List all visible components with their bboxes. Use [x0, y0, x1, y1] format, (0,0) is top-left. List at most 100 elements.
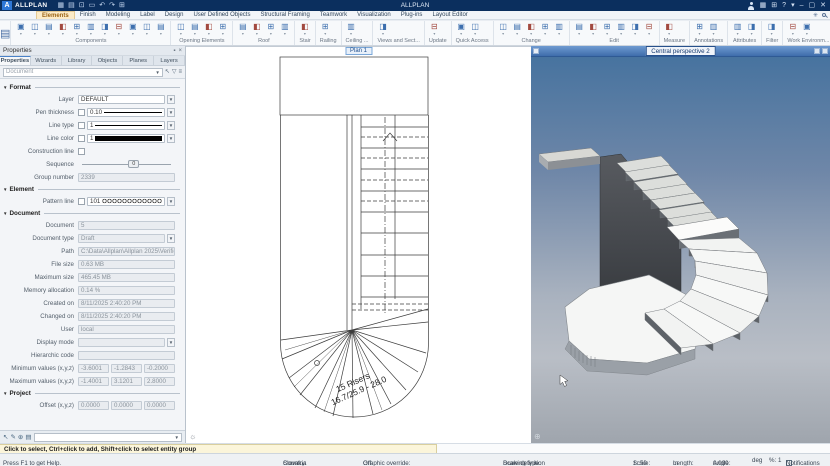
- tool-icon[interactable]: ▥ ▾: [278, 22, 291, 36]
- tool-icon[interactable]: ◫ ▾: [174, 22, 187, 36]
- tool-icon[interactable]: ⊞ ▾: [70, 22, 83, 36]
- select-arrow-icon[interactable]: ↖: [165, 68, 170, 76]
- pen-caret-icon[interactable]: ▼: [167, 107, 175, 117]
- tool-icon[interactable]: ▤ ▾: [42, 22, 55, 36]
- apps-grid-icon[interactable]: ▦: [760, 2, 767, 10]
- restore-icon[interactable]: ▢: [809, 2, 816, 10]
- tool-icon[interactable]: ▥ ▾: [84, 22, 97, 36]
- ribbon-tab-user-defined-objects[interactable]: User Defined Objects: [188, 11, 255, 19]
- status-percent[interactable]: %: 1: [769, 457, 781, 464]
- tool-icon[interactable]: ◨ ▾: [98, 22, 111, 36]
- tool-icon[interactable]: ◫ ▾: [469, 22, 482, 36]
- viewport-close-icon[interactable]: [822, 48, 828, 54]
- tool-icon[interactable]: ⊞ ▾: [601, 22, 614, 36]
- gear-icon[interactable]: ✳: [813, 12, 818, 19]
- tool-icon[interactable]: ▤ ▾: [511, 22, 524, 36]
- tool-icon[interactable]: ◧ ▾: [202, 22, 215, 36]
- pen-select[interactable]: 0.10: [87, 107, 165, 117]
- help-caret-icon[interactable]: ▾: [791, 2, 795, 10]
- tool-icon[interactable]: ⊟ ▾: [428, 22, 441, 36]
- collapse-icon[interactable]: ▼: [3, 211, 7, 216]
- caret-icon[interactable]: ▼: [167, 337, 175, 347]
- caret-icon[interactable]: ▼: [167, 233, 175, 243]
- user-account-icon[interactable]: [748, 1, 755, 10]
- linetype-select[interactable]: 1: [87, 120, 165, 130]
- print-icon[interactable]: ⊞: [119, 2, 125, 9]
- viewport-restore-icon[interactable]: [814, 48, 820, 54]
- tool-icon[interactable]: ⊟ ▾: [112, 22, 125, 36]
- plan-viewport[interactable]: Plan 1 15 Risers 16.7/25.9 - 28.0 ☼: [186, 46, 531, 443]
- linecolor-select[interactable]: 1: [87, 133, 165, 143]
- collapse-icon[interactable]: ▼: [3, 85, 7, 90]
- linetype-caret-icon[interactable]: ▼: [167, 120, 175, 130]
- list-icon[interactable]: ▤: [25, 433, 31, 442]
- tool-icon[interactable]: ▤ ▾: [154, 22, 167, 36]
- pattern-select[interactable]: 101: [87, 196, 165, 206]
- tool-icon[interactable]: ⊞ ▾: [216, 22, 229, 36]
- help-icon[interactable]: ?: [782, 2, 786, 10]
- tool-icon[interactable]: ▥ ▾: [615, 22, 628, 36]
- tool-icon[interactable]: ◧ ▾: [298, 22, 311, 36]
- tool-icon[interactable]: ◫ ▾: [28, 22, 41, 36]
- pattern-checkbox[interactable]: [78, 197, 85, 205]
- combo-caret-icon[interactable]: ▼: [175, 435, 179, 440]
- tool-icon[interactable]: ⊞ ▾: [319, 22, 332, 36]
- close-palette-icon[interactable]: ×: [178, 48, 182, 54]
- palettes-button[interactable]: ▤: [0, 21, 12, 45]
- tool-icon[interactable]: ▥ ▾: [731, 22, 744, 36]
- new-document-icon[interactable]: ▤: [68, 2, 75, 9]
- collapse-icon[interactable]: ▼: [3, 391, 7, 396]
- tool-icon[interactable]: ◫ ▾: [140, 22, 153, 36]
- palette-tab-properties[interactable]: Properties: [0, 56, 31, 65]
- linecolor-checkbox[interactable]: [78, 134, 85, 142]
- ribbon-tab-layout-editor[interactable]: Layout Editor: [427, 11, 472, 19]
- shop-icon[interactable]: ⊞: [771, 2, 777, 10]
- perspective-viewport[interactable]: Central perspective 2 ⊕: [531, 46, 830, 443]
- tool-icon[interactable]: ◧ ▾: [525, 22, 538, 36]
- pen-checkbox[interactable]: [78, 108, 85, 116]
- ribbon-tab-elements[interactable]: Elements: [36, 11, 75, 19]
- palette-tab-planes[interactable]: Planes: [123, 56, 155, 65]
- allplan-logo[interactable]: A: [2, 1, 12, 10]
- tool-icon[interactable]: ◧ ▾: [56, 22, 69, 36]
- open-icon[interactable]: ⊡: [79, 2, 85, 9]
- add-icon[interactable]: ⊕: [18, 433, 23, 442]
- tool-icon[interactable]: ▥ ▾: [707, 22, 720, 36]
- linecolor-caret-icon[interactable]: ▼: [167, 133, 175, 143]
- sequence-handle[interactable]: 0: [128, 159, 140, 168]
- tool-icon[interactable]: ⊞ ▾: [693, 22, 706, 36]
- globe-icon[interactable]: ⊕: [534, 432, 541, 441]
- pattern-caret-icon[interactable]: ▼: [167, 196, 175, 206]
- search-icon[interactable]: [822, 13, 826, 17]
- render-canvas[interactable]: ⊕: [531, 57, 830, 443]
- close-icon[interactable]: ✕: [820, 2, 826, 10]
- tool-icon[interactable]: ◨ ▾: [745, 22, 758, 36]
- tool-icon[interactable]: ▣ ▾: [14, 22, 27, 36]
- list-settings-icon[interactable]: ≡: [178, 68, 182, 76]
- construction-checkbox[interactable]: [78, 147, 85, 155]
- tool-icon[interactable]: ⊟ ▾: [786, 22, 799, 36]
- palette-tab-layers[interactable]: Layers: [154, 56, 185, 65]
- ribbon-tab-visualization[interactable]: Visualization: [352, 11, 396, 19]
- tool-icon[interactable]: ▣ ▾: [126, 22, 139, 36]
- viewport-title[interactable]: Central perspective 2: [645, 46, 716, 56]
- combo-caret-icon[interactable]: ▼: [155, 70, 159, 75]
- tool-icon[interactable]: ◫ ▾: [497, 22, 510, 36]
- attribute-combo[interactable]: ▼: [33, 432, 182, 442]
- select-elements-icon[interactable]: ↖: [3, 433, 8, 442]
- palette-tab-wizards[interactable]: Wizards: [31, 56, 62, 65]
- ribbon-tab-design[interactable]: Design: [160, 11, 189, 19]
- ribbon-tab-structural-framing[interactable]: Structural Framing: [255, 11, 314, 19]
- redo-icon[interactable]: ↷: [109, 2, 115, 9]
- tool-icon[interactable]: ▣ ▾: [800, 22, 813, 36]
- tool-icon[interactable]: ▥ ▾: [553, 22, 566, 36]
- filter-funnel-icon[interactable]: ▽: [172, 68, 177, 76]
- ribbon-tab-finish[interactable]: Finish: [75, 11, 101, 19]
- ribbon-tab-label[interactable]: Label: [135, 11, 160, 19]
- tool-icon[interactable]: ▤ ▾: [188, 22, 201, 36]
- tool-icon[interactable]: ▥ ▾: [345, 22, 358, 36]
- sequence-slider[interactable]: 0: [82, 159, 171, 168]
- view-compass-icon[interactable]: ☼: [189, 432, 196, 441]
- pick-icon[interactable]: ✎: [10, 433, 15, 442]
- tool-icon[interactable]: ◧ ▾: [587, 22, 600, 36]
